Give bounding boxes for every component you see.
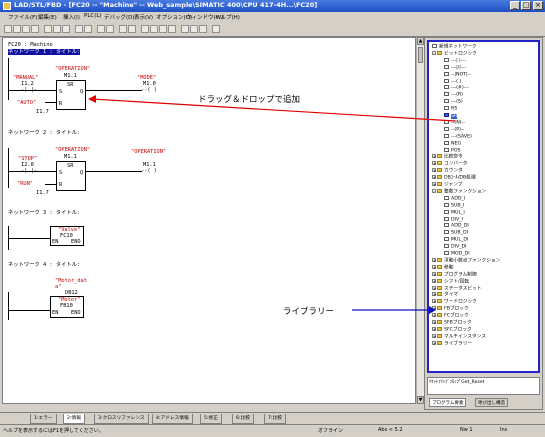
drag-drop-arrowhead — [88, 95, 96, 103]
status-insert: Ins — [500, 427, 508, 433]
status-help: ヘルプを表示するにはF1を押してください。 — [3, 428, 104, 434]
drag-drop-annotation: ドラッグ＆ドロップで追加 — [198, 95, 301, 105]
status-bar: ヘルプを表示するにはF1を押してください。 オフライン Abs < 5.2 Nw… — [0, 424, 545, 437]
tab-info-label: 2:情報 — [67, 416, 81, 421]
tab-compare-6[interactable]: 6:比較 — [232, 414, 254, 424]
library-annotation: ライブラリー — [283, 307, 335, 317]
tab-address-info[interactable]: 4:アドレス情報 — [152, 414, 193, 424]
tab-cross-reference-label: 3:クロスリファレンス — [98, 416, 145, 421]
tab-address-info-label: 4:アドレス情報 — [156, 416, 189, 421]
tab-compare-7[interactable]: 7:比較 — [264, 414, 286, 424]
tab-errors[interactable]: 1:エラー — [30, 414, 57, 424]
annotation-overlay — [88, 95, 456, 314]
tab-compare-7-label: 7:比較 — [268, 416, 282, 421]
tab-errors-label: 1:エラー — [34, 416, 53, 421]
status-network: Nw 1 — [460, 427, 473, 433]
status-mode: オフライン — [318, 428, 344, 434]
tab-cross-reference[interactable]: 3:クロスリファレンス — [94, 414, 149, 424]
tab-compare-6-label: 6:比較 — [236, 416, 250, 421]
status-abs: Abs < 5.2 — [378, 427, 403, 433]
tab-modify-label: 5:修正 — [204, 416, 218, 421]
library-arrowhead — [429, 306, 436, 314]
tab-info[interactable]: 2:情報 — [63, 414, 85, 424]
tab-modify[interactable]: 5:修正 — [200, 414, 222, 424]
